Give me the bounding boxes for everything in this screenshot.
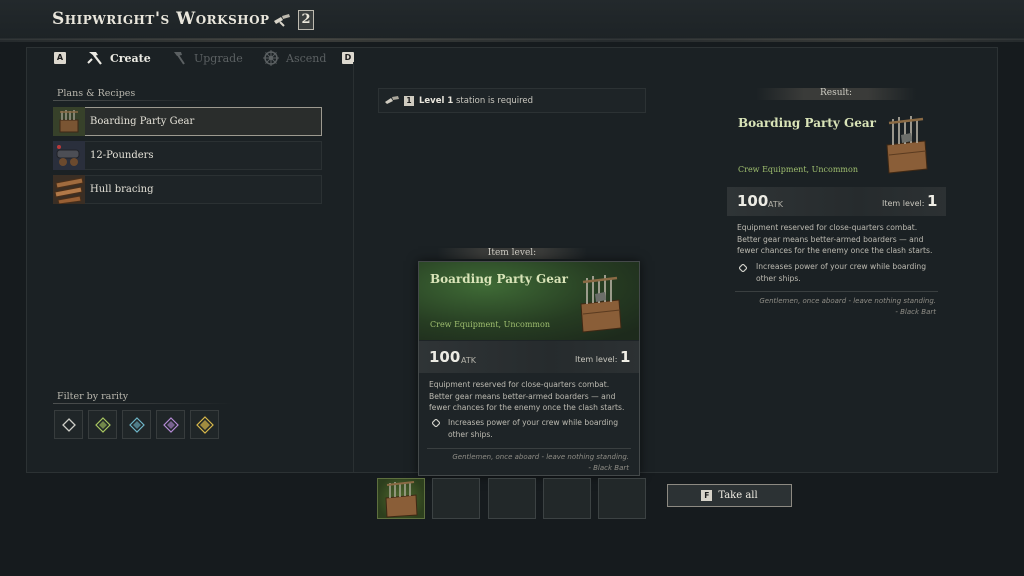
- result-atk-value: 100: [737, 192, 769, 210]
- recipe-label: Boarding Party Gear: [90, 116, 195, 127]
- take-all-button[interactable]: F Take all: [667, 484, 792, 507]
- station-level-badge: 2: [298, 10, 314, 30]
- result-item-level-label: Item level:: [882, 199, 925, 208]
- cannon-icon: [53, 141, 85, 170]
- rare-gem-icon: [128, 416, 145, 433]
- filter-rule: [53, 403, 233, 404]
- tab-upgrade[interactable]: Upgrade: [170, 48, 243, 68]
- recipes-section-label: Plans & Recipes: [57, 88, 136, 99]
- upgrade-hammer-icon: [174, 52, 185, 65]
- result-item-type: Crew Equipment, Uncommon: [738, 165, 858, 174]
- rarity-filter-legendary[interactable]: [190, 410, 219, 439]
- result-rule: [735, 291, 938, 292]
- hammer-saw-icon: [274, 14, 290, 27]
- output-slot-5[interactable]: [598, 478, 646, 519]
- page-title: Shipwright's Workshop: [52, 9, 270, 29]
- take-all-key: F: [701, 490, 713, 501]
- rarity-filter-epic[interactable]: [156, 410, 185, 439]
- recipe-label: Hull bracing: [90, 184, 154, 195]
- recipes-rule: [53, 100, 213, 101]
- result-quote: Gentlemen, once aboard - leave nothing s…: [759, 297, 936, 305]
- station-requirement: 1 Level 1 station is required: [378, 88, 646, 113]
- tooltip-description: Equipment reserved for close-quarters co…: [429, 380, 625, 413]
- tooltip-rule: [427, 448, 631, 449]
- result-item-name: Boarding Party Gear: [738, 116, 876, 130]
- tooltip-atk-unit: ATK: [461, 356, 476, 365]
- boarding-gear-slot-icon: [385, 481, 418, 518]
- tooltip-boarding-gear-art: [580, 275, 622, 333]
- legendary-gem-icon: [195, 415, 214, 434]
- prev-tab-key[interactable]: A: [54, 52, 66, 64]
- result-item-level: 1: [927, 192, 938, 210]
- tooltip-quote-author: - Black Bart: [588, 464, 629, 472]
- tooltip-item-type: Crew Equipment, Uncommon: [430, 320, 550, 329]
- boarding-gear-icon: [53, 107, 85, 136]
- output-slot-1[interactable]: [377, 478, 425, 519]
- tab-create-label: Create: [110, 51, 151, 65]
- filter-section-label: Filter by rarity: [57, 391, 129, 402]
- tooltip-item-name: Boarding Party Gear: [430, 272, 568, 286]
- tooltip-item-level: 1: [620, 348, 631, 366]
- result-label: Result:: [756, 88, 916, 100]
- tooltip-quote: Gentlemen, once aboard - leave nothing s…: [452, 453, 629, 461]
- boarding-gear-art: [886, 116, 928, 174]
- workshop-header: Shipwright's Workshop 2: [0, 0, 1024, 40]
- tooltip-effect: Increases power of your crew while board…: [448, 418, 619, 439]
- result-effect: Increases power of your crew while board…: [756, 262, 927, 283]
- rarity-filter-common[interactable]: [54, 410, 83, 439]
- result-atk-unit: ATK: [768, 200, 783, 209]
- result-card: Boarding Party Gear Crew Equipment, Unco…: [727, 101, 946, 321]
- recipe-label: 12-Pounders: [90, 150, 154, 161]
- tooltip-atk-value: 100: [429, 348, 461, 366]
- tab-ascend-label: Ascend: [286, 51, 327, 65]
- station-hammer-icon: [385, 95, 399, 104]
- output-slot-2[interactable]: [432, 478, 480, 519]
- tooltip-label: Item level:: [437, 248, 587, 259]
- recipe-12-pounders[interactable]: 12-Pounders: [53, 141, 322, 170]
- rarity-filter-uncommon[interactable]: [88, 410, 117, 439]
- take-all-label: Take all: [718, 490, 758, 501]
- epic-gem-icon: [162, 416, 179, 433]
- column-divider: [353, 62, 354, 472]
- hammer-icon: [87, 52, 102, 65]
- station-level-key: 1: [404, 95, 414, 106]
- uncommon-gem-icon: [94, 416, 111, 433]
- header-divider: [0, 38, 1024, 42]
- bullet-diamond-icon: [739, 264, 747, 272]
- item-tooltip: Boarding Party Gear Crew Equipment, Unco…: [418, 261, 640, 476]
- tab-create[interactable]: Create: [86, 48, 151, 68]
- result-quote-author: - Black Bart: [895, 308, 936, 316]
- planks-icon: [53, 175, 85, 204]
- tooltip-item-level-label: Item level:: [575, 355, 618, 364]
- tab-upgrade-label: Upgrade: [194, 51, 243, 65]
- tooltip-bullet-diamond-icon: [432, 419, 440, 427]
- rarity-filter-rare[interactable]: [122, 410, 151, 439]
- ascend-wheel-icon: [263, 50, 279, 66]
- requirement-text: station is required: [453, 95, 534, 106]
- result-description: Equipment reserved for close-quarters co…: [737, 223, 933, 256]
- common-diamond-icon: [61, 417, 76, 432]
- recipe-hull-bracing[interactable]: Hull bracing: [53, 175, 322, 204]
- output-slot-3[interactable]: [488, 478, 536, 519]
- tab-ascend[interactable]: Ascend: [262, 48, 326, 68]
- required-level: Level 1: [419, 95, 454, 106]
- recipe-boarding-party-gear[interactable]: Boarding Party Gear: [53, 107, 322, 136]
- output-slot-4[interactable]: [543, 478, 591, 519]
